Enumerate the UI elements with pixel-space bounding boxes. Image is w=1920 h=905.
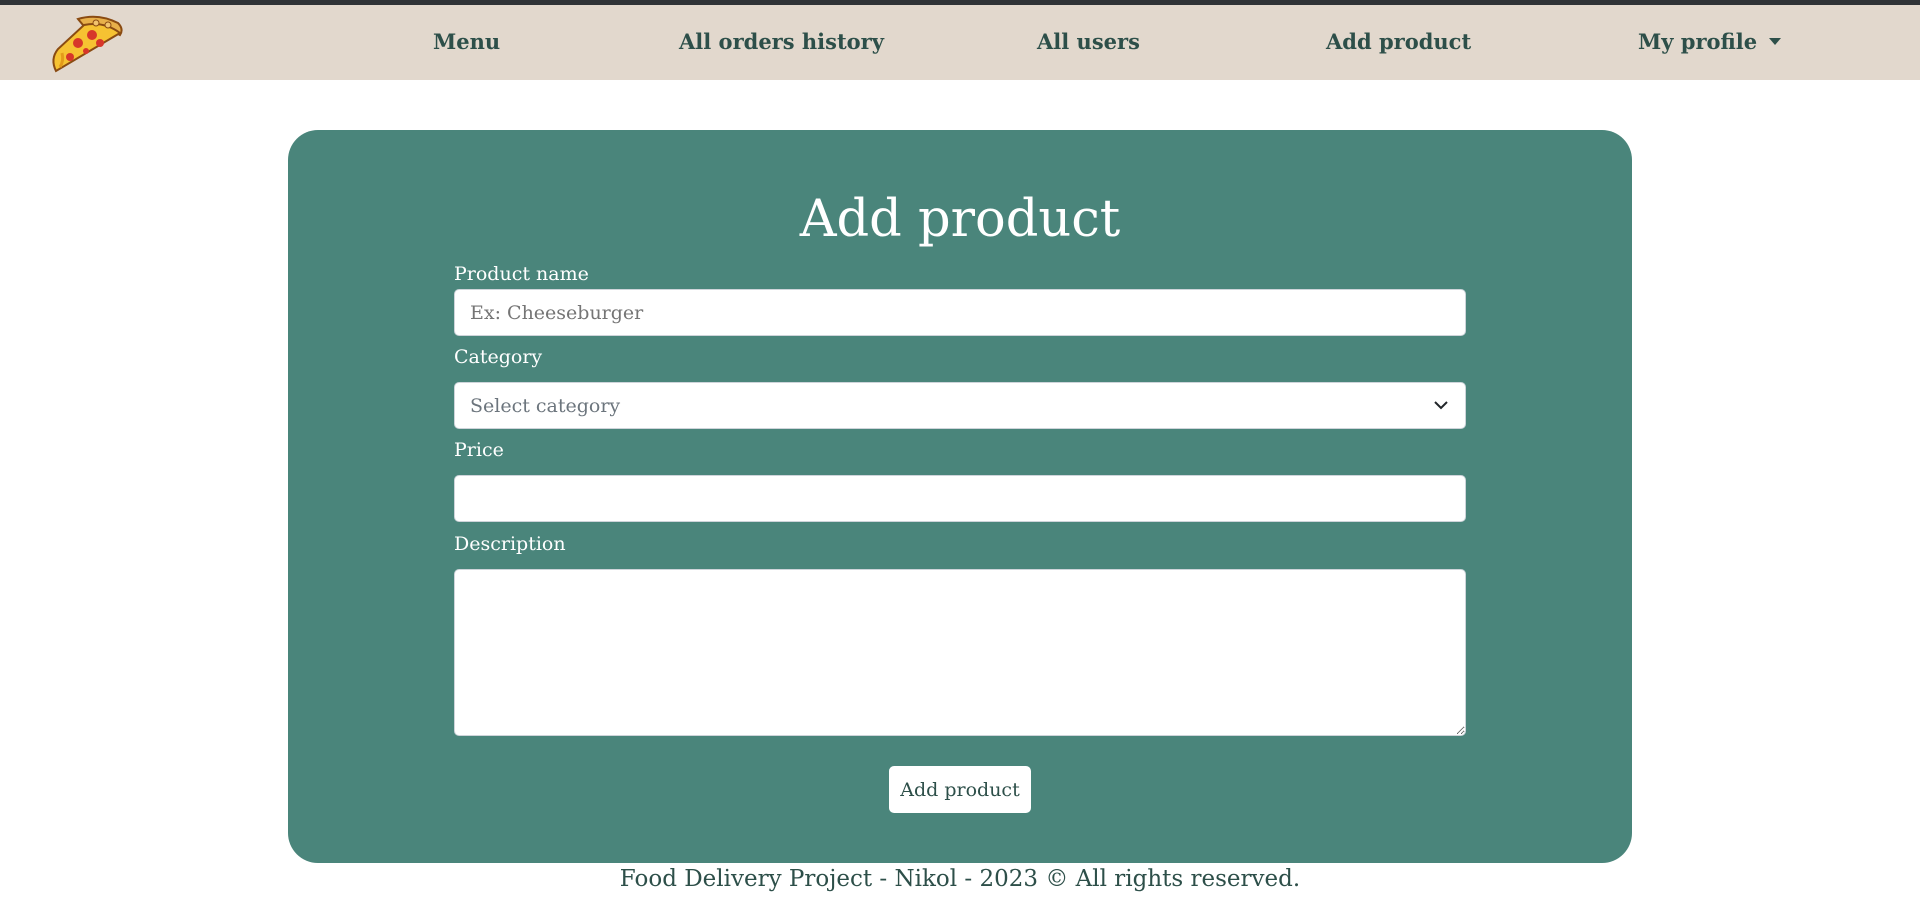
caret-down-icon bbox=[1769, 38, 1782, 45]
category-select[interactable]: Select category bbox=[454, 382, 1466, 429]
product-name-label: Product name bbox=[454, 263, 589, 285]
nav-profile-label: My profile bbox=[1638, 29, 1758, 54]
page-title: Add product bbox=[799, 190, 1121, 249]
category-label: Category bbox=[454, 346, 543, 368]
add-product-card: Add product Product name Category Select… bbox=[288, 130, 1632, 863]
nav-profile-dropdown[interactable]: My profile bbox=[1638, 29, 1782, 54]
chevron-down-icon bbox=[1434, 401, 1448, 410]
nav-orders-history-link[interactable]: All orders history bbox=[679, 29, 884, 54]
product-name-input[interactable] bbox=[454, 289, 1466, 336]
price-label: Price bbox=[454, 439, 504, 461]
description-label: Description bbox=[454, 533, 566, 555]
description-textarea[interactable] bbox=[454, 569, 1466, 736]
category-selected-value: Select category bbox=[470, 394, 621, 417]
footer-copyright: Food Delivery Project - Nikol - 2023 © A… bbox=[619, 866, 1301, 892]
add-product-button[interactable]: Add product bbox=[889, 766, 1031, 813]
nav-menu-link[interactable]: Menu bbox=[433, 29, 500, 54]
nav-add-product-link[interactable]: Add product bbox=[1326, 29, 1471, 54]
price-input[interactable] bbox=[454, 475, 1466, 522]
nav-users-link[interactable]: All users bbox=[1037, 29, 1140, 54]
pizza-slice-icon[interactable] bbox=[48, 13, 124, 75]
navbar: Menu All orders history All users Add pr… bbox=[0, 5, 1920, 80]
